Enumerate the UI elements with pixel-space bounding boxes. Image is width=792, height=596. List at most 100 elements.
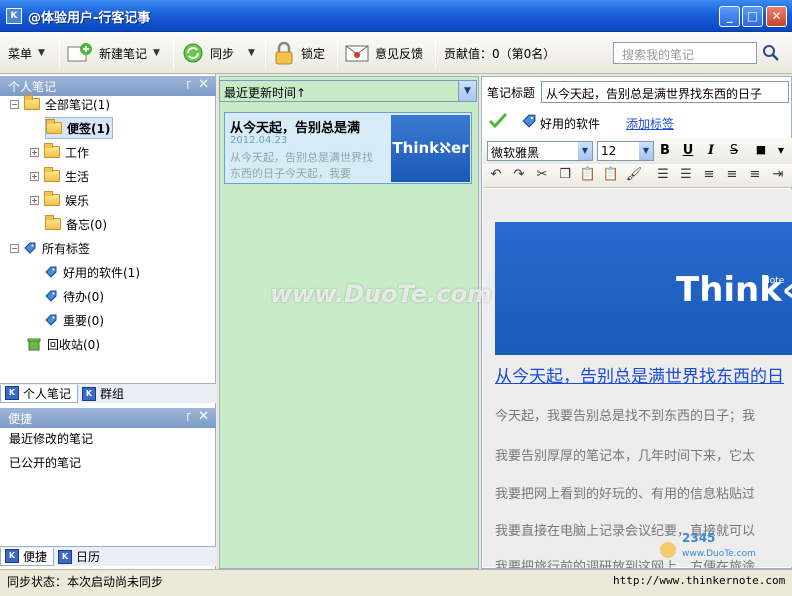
sync-status-text: 同步状态：本次启动尚未同步 — [7, 575, 164, 589]
folder-icon — [46, 119, 62, 134]
maximize-button[interactable]: □ — [742, 6, 763, 27]
tree-tag-important[interactable]: 重要(0) — [45, 309, 104, 331]
tree-tag-todo[interactable]: 待办(0) — [45, 285, 104, 307]
numbered-list-icon[interactable]: ☰ — [654, 167, 672, 182]
quick-public-notes[interactable]: 已公开的笔记 — [9, 454, 81, 471]
align-center-icon[interactable]: ≡ — [723, 167, 741, 182]
tag-icon — [24, 242, 36, 254]
tree-label: 全部笔记(1) — [45, 97, 110, 112]
tree-fun[interactable]: + 娱乐 — [30, 189, 89, 211]
chevron-down-icon: ▼ — [38, 48, 45, 58]
tree-tag-software[interactable]: 好用的软件(1) — [45, 261, 140, 283]
menu-label: 菜单 — [8, 46, 33, 61]
close-icon[interactable]: ✕ — [198, 409, 209, 424]
tag-icon — [522, 114, 536, 128]
minimize-button[interactable]: _ — [719, 6, 740, 27]
expand-icon[interactable]: + — [30, 171, 39, 181]
note-paragraph: 今天起，我要告别总是找不到东西的日子；我 — [495, 409, 756, 424]
cut-icon[interactable]: ✂ — [533, 167, 551, 182]
pane-title: 便捷 — [8, 412, 33, 426]
new-note-button[interactable]: 新建笔记 ▼ — [67, 32, 160, 74]
tree-life[interactable]: + 生活 — [30, 165, 89, 187]
window-title: @体验用户-行客记事 — [28, 11, 151, 26]
contribution-text: 贡献值：0（第0名） — [444, 46, 556, 61]
align-right-icon[interactable]: ≡ — [746, 167, 764, 182]
menu-button[interactable]: 菜单 ▼ — [8, 32, 45, 74]
tree-backup[interactable]: 备忘(0) — [45, 213, 107, 235]
banner-note-label: Note — [763, 276, 785, 286]
align-left-icon[interactable]: ≡ — [700, 167, 718, 182]
lock-icon — [275, 41, 293, 65]
close-button[interactable]: ✕ — [766, 6, 787, 27]
tree-all-notes[interactable]: − 全部笔记(1) — [10, 93, 110, 115]
underline-button[interactable]: U — [679, 143, 697, 158]
italic-button[interactable]: I — [702, 143, 720, 158]
feedback-button[interactable]: 意见反馈 — [345, 32, 423, 74]
expand-icon[interactable]: + — [30, 147, 39, 157]
tree-all-tags[interactable]: − 所有标签 — [10, 237, 90, 259]
pane-title: 个人笔记 — [8, 80, 57, 94]
site-url-text[interactable]: http://www.thinkernote.com — [613, 574, 785, 587]
copy-icon[interactable]: ❐ — [556, 167, 574, 182]
close-icon[interactable]: ✕ — [198, 77, 209, 92]
note-title-input[interactable]: 从今天起，告别总是满世界找东西的日子 — [541, 81, 789, 103]
pin-icon[interactable]: ꜒ — [186, 78, 192, 92]
pin-icon[interactable]: ꜒ — [186, 410, 192, 424]
note-item-snippet: 从今天起，告别总是满世界找东西的日子今天起，我要 — [230, 151, 373, 180]
tab-group[interactable]: K 群组 — [78, 385, 130, 403]
tree-label: 生活 — [65, 169, 90, 184]
collapse-icon[interactable]: − — [10, 99, 19, 109]
new-note-label: 新建笔记 — [99, 46, 148, 61]
chevron-down-icon[interactable]: ▼ — [772, 146, 790, 155]
tree-label: 待办(0) — [63, 289, 104, 304]
tab-personal-notes[interactable]: K 个人笔记 — [0, 384, 79, 403]
tab-quick[interactable]: K 便捷 — [0, 547, 55, 566]
bold-button[interactable]: B — [656, 143, 674, 158]
note-item-title: 从今天起，告别总是满 — [230, 121, 361, 136]
redo-icon[interactable]: ↷ — [510, 167, 528, 182]
tree-label: 工作 — [65, 145, 90, 160]
paste-icon[interactable]: 📋 — [579, 167, 597, 182]
paste-special-icon[interactable]: 📋 — [602, 167, 620, 182]
tab-calendar[interactable]: K 日历 — [54, 548, 106, 566]
chevron-down-icon[interactable]: ▼ — [578, 142, 592, 160]
chevron-down-icon[interactable]: ▼ — [639, 142, 653, 160]
svg-text:www.DuoTe.com: www.DuoTe.com — [682, 549, 756, 559]
tree-label: 便签(1) — [67, 121, 111, 136]
note-heading-link[interactable]: 从今天起，告别总是满世界找东西的日 — [495, 362, 784, 387]
tree-label: 好用的软件(1) — [63, 265, 140, 280]
add-tag-link[interactable]: 添加标签 — [626, 115, 674, 132]
lock-button[interactable]: 锁定 — [273, 32, 325, 74]
collapse-icon[interactable]: − — [10, 243, 19, 253]
toolbar-separator — [265, 38, 266, 68]
sort-select[interactable]: 最近更新时间↑ — [219, 80, 477, 102]
personal-notes-icon: K — [5, 386, 19, 400]
quick-recent-notes[interactable]: 最近修改的笔记 — [9, 430, 93, 447]
tree-label: 重要(0) — [63, 313, 104, 328]
search-input[interactable]: 搜索我的笔记 — [613, 42, 757, 64]
note-item-date: 2012.04.23 — [230, 135, 288, 146]
tag-icon — [45, 266, 57, 278]
bullet-list-icon[interactable]: ☰ — [677, 167, 695, 182]
chevron-down-icon[interactable]: ▼ — [458, 81, 476, 101]
note-paragraph: 我要告别厚厚的笔记本，几年时间下来，它太 — [495, 449, 756, 464]
tree-work[interactable]: + 工作 — [30, 141, 89, 163]
left-tabbar-2: K 便捷 K 日历 — [0, 546, 216, 566]
toolbar-separator — [435, 38, 436, 68]
mail-icon — [345, 45, 369, 62]
tree-memo[interactable]: 便签(1) — [45, 117, 114, 139]
text-color-button[interactable]: ■ — [752, 143, 770, 156]
app-icon: K — [6, 8, 22, 24]
sync-icon — [183, 43, 203, 63]
tree-recycle[interactable]: 回收站(0) — [27, 333, 100, 355]
indent-icon[interactable]: ⇥ — [769, 167, 787, 182]
sync-button[interactable]: 同步 ▼ — [182, 32, 255, 74]
expand-icon[interactable]: + — [30, 195, 39, 205]
format-brush-icon[interactable]: 🖌 — [625, 167, 643, 182]
strikethrough-button[interactable]: S — [725, 143, 743, 158]
note-tag[interactable]: 好用的软件 — [540, 115, 600, 132]
tag-icon — [45, 290, 57, 302]
search-icon[interactable] — [762, 44, 780, 62]
tree-label: 娱乐 — [65, 193, 90, 208]
undo-icon[interactable]: ↶ — [487, 167, 505, 182]
